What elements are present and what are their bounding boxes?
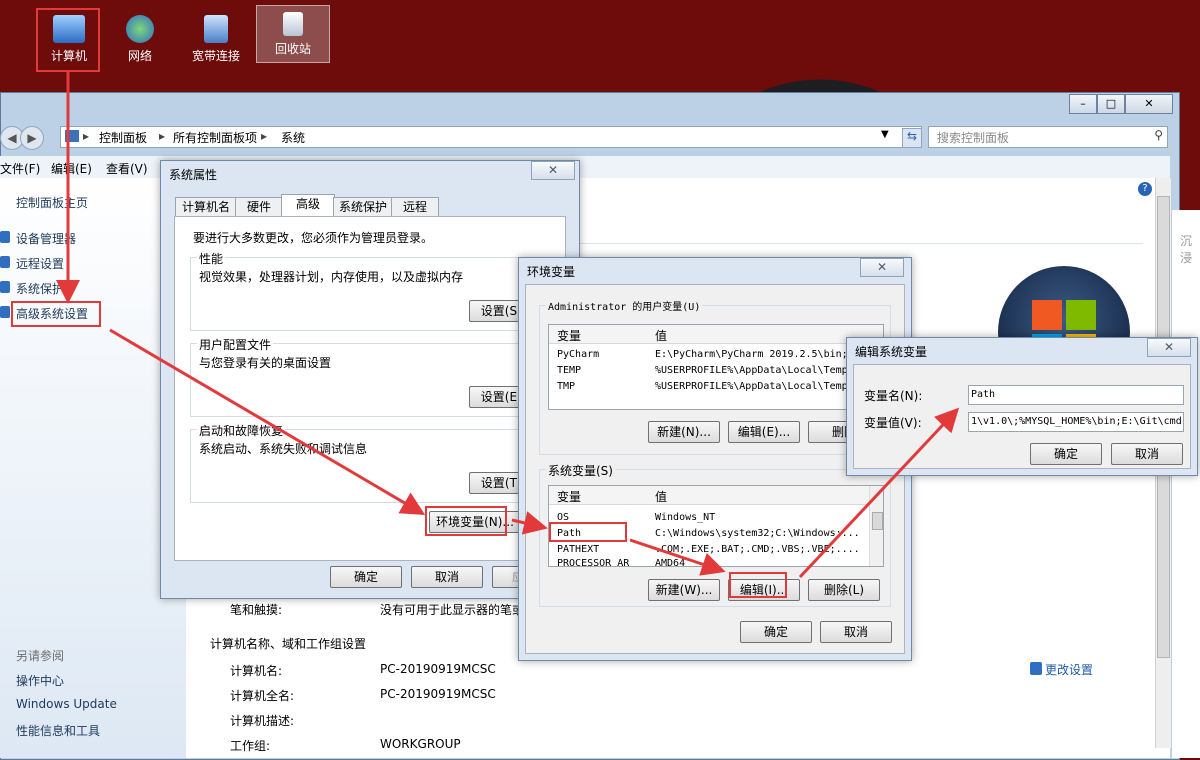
arrow [629, 538, 726, 576]
arrow [511, 511, 548, 535]
annotation-arrows [56, 72, 960, 579]
arrow [798, 407, 960, 579]
arrow [109, 328, 426, 516]
